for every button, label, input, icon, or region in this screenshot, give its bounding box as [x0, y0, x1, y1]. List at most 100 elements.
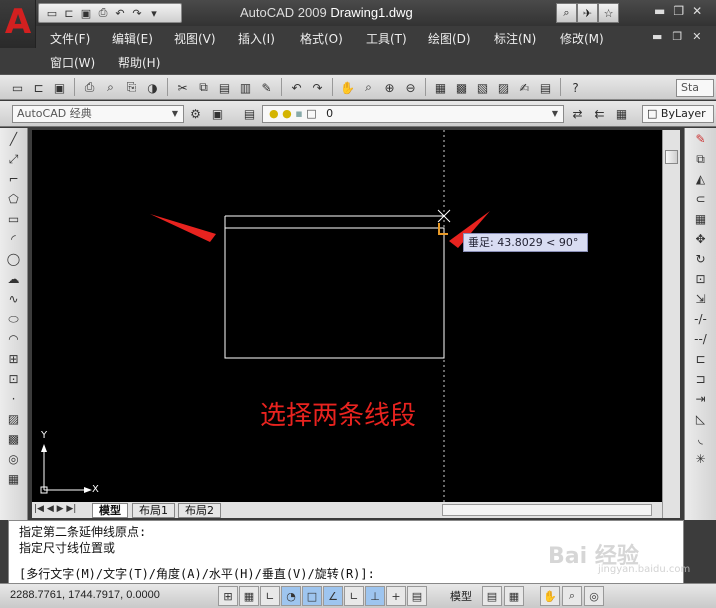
layer-previous-icon[interactable]: ⇇	[590, 104, 609, 123]
paste-icon[interactable]: ▤	[215, 78, 234, 97]
pan-icon[interactable]: ✋	[338, 78, 357, 97]
undo-icon[interactable]: ↶	[113, 6, 127, 20]
calculator-icon[interactable]: ▤	[536, 78, 555, 97]
command-prompt[interactable]: [多行文字(M)/文字(T)/角度(A)/水平(H)/垂直(V)/旋转(R)]:	[19, 565, 375, 582]
ortho-toggle-icon[interactable]: ∟	[260, 586, 280, 606]
layer-combo[interactable]: ● ● ▪ □ 0 ▼	[262, 105, 564, 123]
new-icon[interactable]: ▭	[45, 6, 59, 20]
stretch-icon[interactable]: ⇲	[691, 290, 710, 308]
layer-states-icon[interactable]: ▦	[612, 104, 631, 123]
workspace-settings-icon[interactable]: ⚙	[186, 104, 205, 123]
ellipse-arc-icon[interactable]: ◠	[4, 330, 23, 348]
save-icon[interactable]: ▣	[79, 6, 93, 20]
extend-icon[interactable]: --/	[691, 330, 710, 348]
favorites-icon[interactable]: ☆	[598, 3, 619, 23]
doc-close-icon[interactable]: ✕	[692, 30, 701, 43]
plot-icon[interactable]: ⎙	[80, 78, 99, 97]
application-menu-button[interactable]: A	[0, 0, 36, 48]
rectangle-icon[interactable]: ▭	[4, 210, 23, 228]
menu-modify[interactable]: 修改(M)	[560, 30, 604, 47]
publish-icon[interactable]: ⎘	[122, 78, 141, 97]
region-icon[interactable]: ◎	[4, 450, 23, 468]
move-icon[interactable]: ✥	[691, 230, 710, 248]
menu-file[interactable]: 文件(F)	[50, 30, 90, 47]
cut-icon[interactable]: ✂	[173, 78, 192, 97]
lineweight-toggle-icon[interactable]: +	[386, 586, 406, 606]
open-icon[interactable]: ⊏	[62, 6, 76, 20]
menu-view[interactable]: 视图(V)	[174, 30, 216, 47]
scale-icon[interactable]: ⊡	[691, 270, 710, 288]
horizontal-scrollbar[interactable]	[442, 504, 652, 516]
trim-icon[interactable]: -/-	[691, 310, 710, 328]
menu-dimension[interactable]: 标注(N)	[494, 30, 536, 47]
design-center-icon[interactable]: ▩	[452, 78, 471, 97]
undo-icon[interactable]: ↶	[287, 78, 306, 97]
tab-layout1[interactable]: 布局1	[132, 503, 175, 518]
array-icon[interactable]: ▦	[691, 210, 710, 228]
menu-format[interactable]: 格式(O)	[300, 30, 343, 47]
otrack-toggle-icon[interactable]: ∠	[323, 586, 343, 606]
polar-toggle-icon[interactable]: ◔	[281, 586, 301, 606]
arc-icon[interactable]: ◜	[4, 230, 23, 248]
restore-icon[interactable]: ❐	[673, 4, 684, 18]
hatch-icon[interactable]: ▨	[4, 410, 23, 428]
dropdown-icon[interactable]: ▾	[147, 6, 161, 20]
polygon-icon[interactable]: ⬠	[4, 190, 23, 208]
ducs-toggle-icon[interactable]: ∟	[344, 586, 364, 606]
rotate-icon[interactable]: ↻	[691, 250, 710, 268]
menu-edit[interactable]: 编辑(E)	[112, 30, 153, 47]
copy-icon[interactable]: ⧉	[194, 78, 213, 97]
close-icon[interactable]: ✕	[692, 4, 702, 18]
scrollbar-thumb[interactable]	[665, 150, 678, 164]
minimize-icon[interactable]: ▬	[654, 4, 665, 18]
tab-model[interactable]: 模型	[92, 503, 128, 518]
subscription-icon[interactable]: ✈	[577, 3, 598, 23]
construction-line-icon[interactable]: ⤢	[4, 150, 23, 168]
make-block-icon[interactable]: ⊡	[4, 370, 23, 388]
polyline-icon[interactable]: ⌐	[4, 170, 23, 188]
chamfer-icon[interactable]: ◺	[691, 410, 710, 428]
paste-special-icon[interactable]: ▥	[236, 78, 255, 97]
ellipse-icon[interactable]: ⬭	[4, 310, 23, 328]
break-icon[interactable]: ⊐	[691, 370, 710, 388]
revision-cloud-icon[interactable]: ☁	[4, 270, 23, 288]
table-icon[interactable]: ▦	[4, 470, 23, 488]
match-properties-icon[interactable]: ✎	[257, 78, 276, 97]
layer-manager-icon[interactable]: ▤	[240, 104, 259, 123]
vertical-scrollbar[interactable]	[662, 130, 680, 518]
offset-icon[interactable]: ⊂	[691, 190, 710, 208]
dyn-toggle-icon[interactable]: ⊥	[365, 586, 385, 606]
tab-layout2[interactable]: 布局2	[178, 503, 221, 518]
quick-properties-icon[interactable]: ▤	[407, 586, 427, 606]
circle-icon[interactable]: ◯	[4, 250, 23, 268]
fillet-icon[interactable]: ◟	[691, 430, 710, 448]
tab-nav-icons[interactable]: |◀ ◀ ▶ ▶|	[34, 504, 76, 514]
properties-icon[interactable]: ▦	[431, 78, 450, 97]
print-icon[interactable]: ⎙	[96, 6, 110, 20]
menu-help[interactable]: 帮助(H)	[118, 54, 160, 71]
quick-view-layouts-icon[interactable]: ▤	[482, 586, 502, 606]
point-icon[interactable]: ·	[4, 390, 23, 408]
break-at-point-icon[interactable]: ⊏	[691, 350, 710, 368]
gradient-icon[interactable]: ▩	[4, 430, 23, 448]
doc-restore-icon[interactable]: ❐	[672, 30, 682, 43]
open-icon[interactable]: ⊏	[29, 78, 48, 97]
erase-icon[interactable]: ✎	[691, 130, 710, 148]
join-icon[interactable]: ⇥	[691, 390, 710, 408]
zoom-previous-icon[interactable]: ⊖	[401, 78, 420, 97]
steeringwheel-icon[interactable]: ◎	[584, 586, 604, 606]
menu-tools[interactable]: 工具(T)	[366, 30, 407, 47]
help-icon[interactable]: ?	[566, 78, 585, 97]
workspace-combo[interactable]: AutoCAD 经典 ▼	[12, 105, 184, 123]
copy-object-icon[interactable]: ⧉	[691, 150, 710, 168]
grid-toggle-icon[interactable]: ▦	[239, 586, 259, 606]
explode-icon[interactable]: ✳	[691, 450, 710, 468]
menu-insert[interactable]: 插入(I)	[238, 30, 275, 47]
3d-dwf-icon[interactable]: ◑	[143, 78, 162, 97]
color-combo[interactable]: □ ByLayer	[642, 105, 714, 123]
pan-icon[interactable]: ✋	[540, 586, 560, 606]
search-icon[interactable]: ⌕	[556, 3, 577, 23]
zoom-icon[interactable]: ⌕	[562, 586, 582, 606]
make-current-layer-icon[interactable]: ⇄	[568, 104, 587, 123]
save-icon[interactable]: ▣	[50, 78, 69, 97]
